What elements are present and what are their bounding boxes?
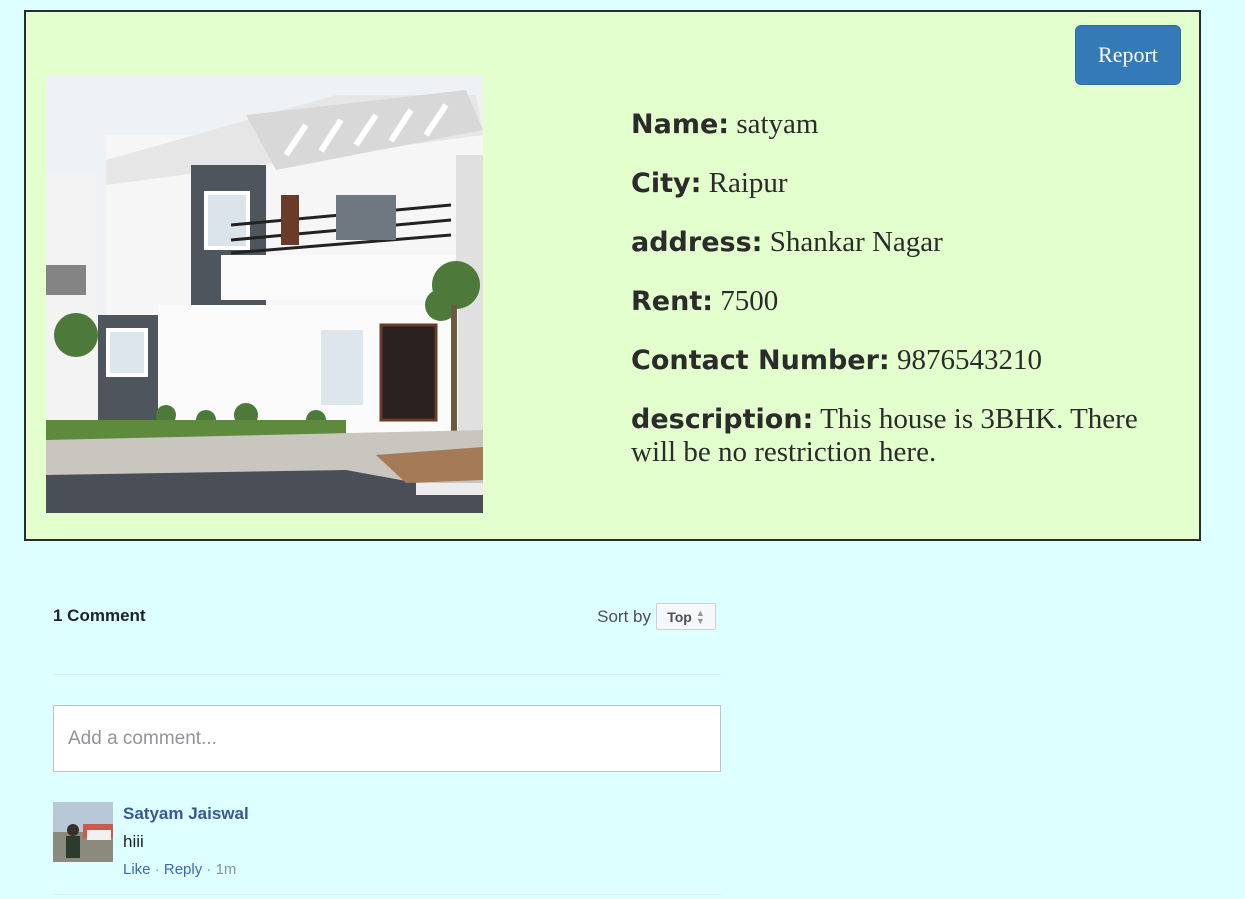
separator: · xyxy=(206,861,216,878)
detail-city-value: Raipur xyxy=(708,167,788,199)
sort-select[interactable]: Top ▲ ▼ xyxy=(656,603,716,630)
comment-time: 1m xyxy=(215,861,237,878)
comments-divider xyxy=(53,674,721,675)
comments-divider xyxy=(53,894,721,895)
detail-contact: Contact Number: 9876543210 xyxy=(631,344,1171,377)
avatar[interactable] xyxy=(53,802,113,862)
detail-address-value: Shankar Nagar xyxy=(769,226,943,258)
detail-description-key: description: xyxy=(631,404,814,435)
detail-contact-key: Contact Number: xyxy=(631,345,890,376)
listing-details: Name: satyam City: Raipur address: Shank… xyxy=(631,108,1171,495)
detail-rent-value: 7500 xyxy=(720,285,779,317)
report-button[interactable]: Report xyxy=(1075,25,1181,85)
reply-link[interactable]: Reply xyxy=(164,861,202,878)
comments-section: 1 Comment Sort by Top ▲▼ Satyam Jaiswal … xyxy=(53,594,721,895)
sort-control: Sort by Top ▲ ▼ xyxy=(597,603,716,630)
detail-address: address: Shankar Nagar xyxy=(631,226,1171,259)
comment-text: hiii xyxy=(123,832,144,851)
detail-name: Name: satyam xyxy=(631,108,1171,141)
detail-description: description: This house is 3BHK. There w… xyxy=(631,403,1171,469)
comments-header: 1 Comment Sort by Top ▲ ▼ xyxy=(53,594,721,634)
sort-select-value: Top xyxy=(667,608,692,625)
sort-label: Sort by xyxy=(597,606,651,626)
comment-item: Satyam Jaiswal hiii Like · Reply · 1m xyxy=(53,802,721,895)
sort-arrows-icon: ▲ ▼ xyxy=(695,607,705,626)
comment-count: 1 Comment xyxy=(53,606,146,625)
separator: · xyxy=(154,861,164,878)
comment-actions: Like · Reply · 1m xyxy=(123,861,236,878)
comment-author[interactable]: Satyam Jaiswal xyxy=(123,804,249,824)
house-photo xyxy=(46,75,483,513)
detail-city-key: City: xyxy=(631,168,702,199)
detail-address-key: address: xyxy=(631,227,763,258)
detail-rent: Rent: 7500 xyxy=(631,285,1171,318)
detail-name-value: satyam xyxy=(736,108,819,140)
detail-rent-key: Rent: xyxy=(631,286,714,317)
comment-input[interactable] xyxy=(53,705,721,772)
detail-contact-value: 9876543210 xyxy=(896,344,1042,376)
detail-city: City: Raipur xyxy=(631,167,1171,200)
like-link[interactable]: Like xyxy=(123,861,151,878)
detail-name-key: Name: xyxy=(631,109,730,140)
listing-card: Report Name: satyam City: Raipur address… xyxy=(24,10,1201,541)
